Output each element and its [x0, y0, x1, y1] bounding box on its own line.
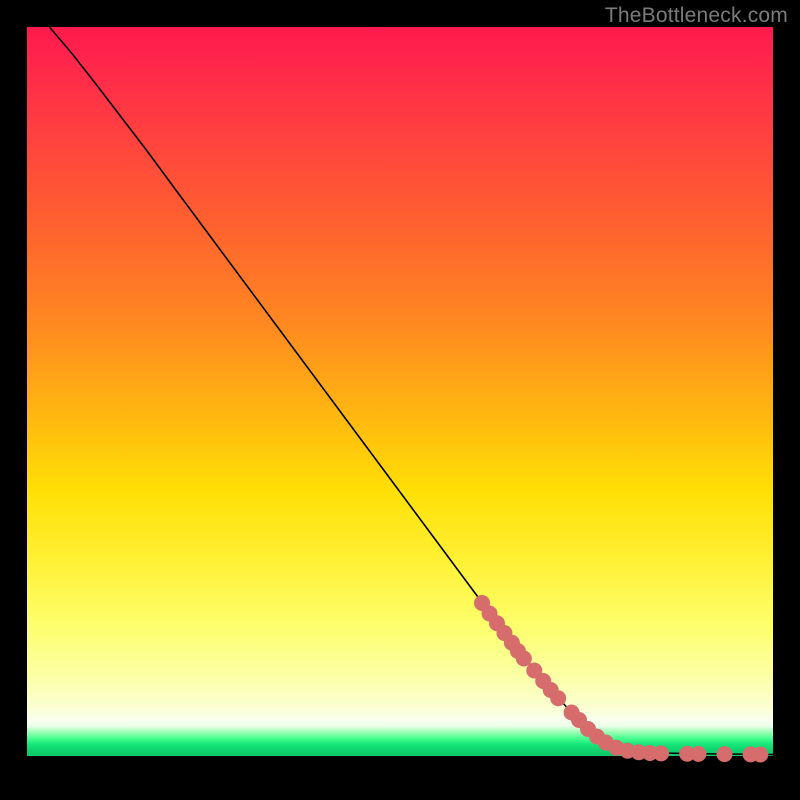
highlight-marker-icon	[516, 651, 532, 667]
chart-stage: TheBottleneck.com	[0, 0, 800, 800]
highlight-marker-icon	[550, 690, 566, 706]
highlight-marker-icon	[690, 746, 706, 762]
highlight-marker-group	[474, 595, 768, 763]
highlight-marker-icon	[717, 746, 733, 762]
plot-area	[27, 27, 773, 777]
watermark-text: TheBottleneck.com	[605, 4, 788, 28]
highlight-marker-icon	[752, 747, 768, 763]
bottleneck-curve-line	[49, 27, 773, 755]
highlight-marker-icon	[653, 745, 669, 761]
chart-overlay	[27, 27, 773, 777]
